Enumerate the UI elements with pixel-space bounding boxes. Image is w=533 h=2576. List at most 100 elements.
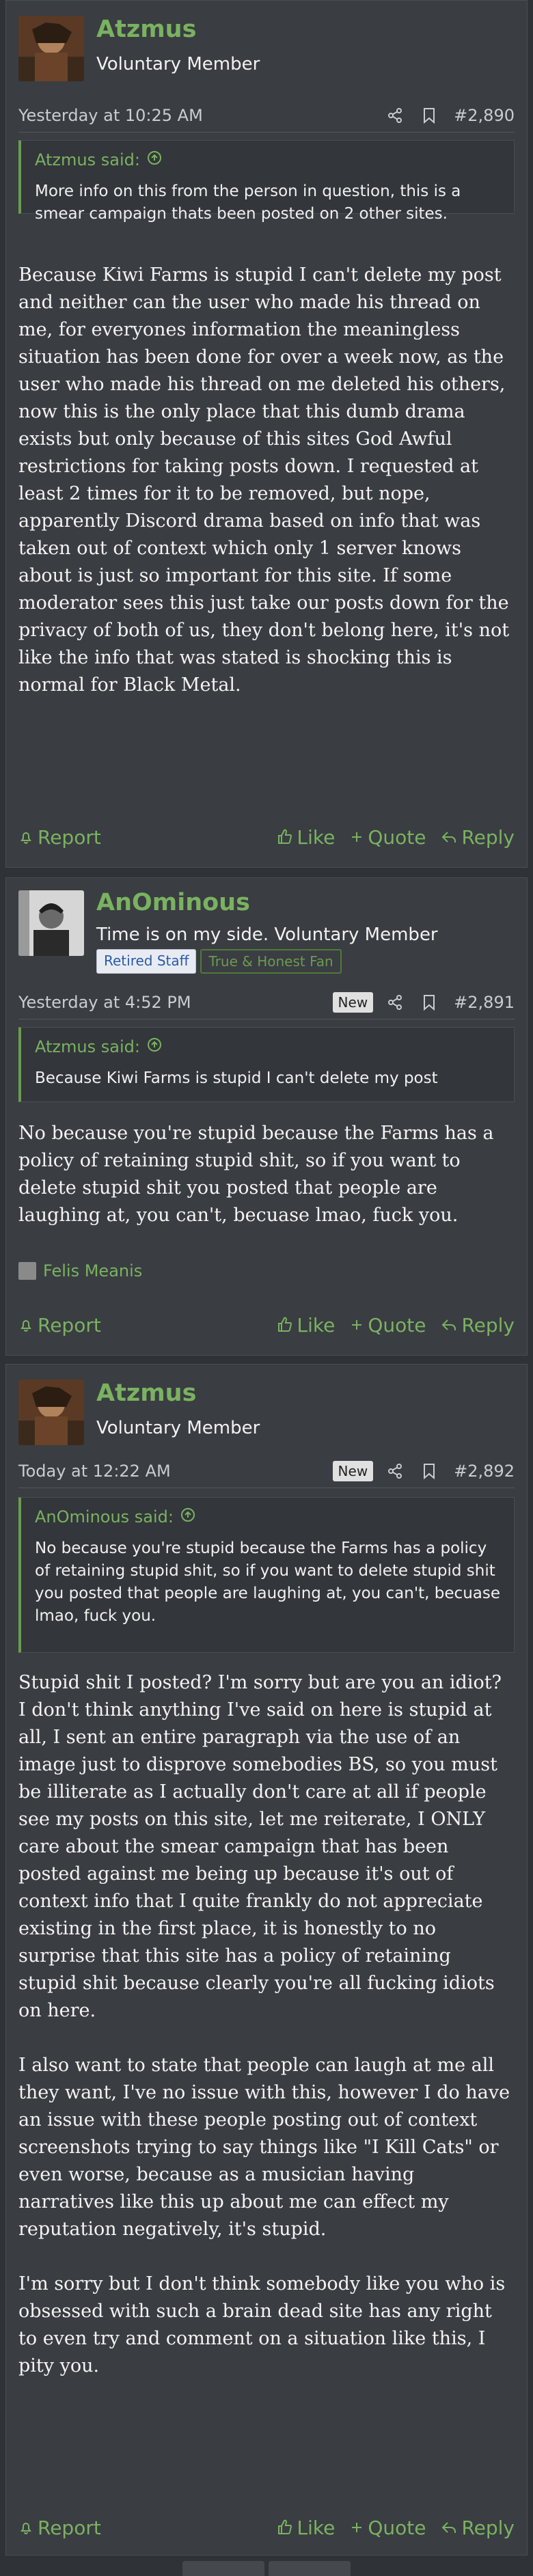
post-paragraph: I also want to state that people can lau…: [18, 2055, 510, 2240]
arrow-up-circle-icon[interactable]: [147, 1037, 162, 1056]
avatar[interactable]: [18, 16, 84, 81]
quote-text: No because you're stupid because the Far…: [35, 1539, 501, 1625]
divider: [18, 132, 515, 133]
reply-button[interactable]: Reply: [441, 2517, 515, 2539]
post-header: Atzmus Voluntary Member: [6, 1365, 527, 1453]
reactions-bar[interactable]: Felis Meanis: [18, 1259, 142, 1283]
reply-button[interactable]: Reply: [441, 826, 515, 849]
post-body: Stupid shit I posted? I'm sorry but are …: [18, 1669, 515, 2380]
like-label[interactable]: Like: [297, 826, 336, 849]
plus-icon: [352, 1320, 362, 1330]
plus-icon: [352, 2523, 362, 2532]
like-button[interactable]: Like: [277, 826, 336, 849]
like-label[interactable]: Like: [297, 1314, 336, 1337]
username[interactable]: Atzmus: [96, 16, 196, 43]
quote-text: Because Kiwi Farms is stupid I can't del…: [35, 1069, 438, 1087]
bell-icon: [20, 2523, 31, 2534]
post-header: AnOminous Time is on my side. Voluntary …: [6, 878, 527, 981]
report-button[interactable]: Report: [18, 1314, 101, 1337]
thumbs-up-icon: [277, 2519, 292, 2534]
blockquote: Atzmus said: More info on this from the …: [18, 140, 515, 223]
quote-author[interactable]: Atzmus said:: [35, 150, 140, 169]
post-meta: Yesterday at 10:25 AM #2,890: [18, 102, 515, 129]
page-button[interactable]: [269, 2561, 351, 2576]
pagination-stub: [0, 2561, 533, 2576]
like-button[interactable]: Like: [277, 2517, 336, 2539]
badge-true-honest-fan: True & Honest Fan: [200, 949, 342, 974]
quote-label[interactable]: Quote: [368, 2517, 426, 2539]
like-label[interactable]: Like: [297, 2517, 336, 2539]
post-number[interactable]: #2,891: [454, 993, 515, 1012]
post-actions: Report Like Quote Reply: [18, 2512, 515, 2543]
reply-label[interactable]: Reply: [461, 826, 515, 849]
reply-label[interactable]: Reply: [461, 1314, 515, 1337]
reply-button[interactable]: Reply: [441, 1314, 515, 1337]
new-badge: New: [332, 1461, 374, 1481]
blockquote: AnOminous said: No because you're stupid…: [18, 1497, 515, 1653]
report-label[interactable]: Report: [38, 1314, 101, 1337]
quote-label[interactable]: Quote: [368, 1314, 426, 1337]
quote-author[interactable]: AnOminous said:: [35, 1507, 174, 1526]
reply-label[interactable]: Reply: [461, 2517, 515, 2539]
post: Atzmus Voluntary Member Yesterday at 10:…: [5, 0, 528, 868]
user-badges: Retired Staff True & Honest Fan: [96, 949, 342, 974]
reply-icon: [442, 1319, 456, 1330]
share-icon[interactable]: [385, 993, 405, 1012]
post-timestamp[interactable]: Yesterday at 4:52 PM: [18, 993, 191, 1012]
bell-icon: [20, 832, 31, 844]
post-paragraph: Stupid shit I posted? I'm sorry but are …: [18, 1672, 502, 2021]
post-timestamp[interactable]: Yesterday at 10:25 AM: [18, 106, 203, 125]
quote-attribution[interactable]: Atzmus said:: [35, 150, 500, 169]
post-paragraph: Because Kiwi Farms is stupid I can't del…: [18, 264, 510, 696]
quote-label[interactable]: Quote: [368, 826, 426, 849]
blockquote: Atzmus said: Because Kiwi Farms is stupi…: [18, 1027, 515, 1102]
quote-button[interactable]: Quote: [350, 1314, 426, 1337]
plus-icon: [352, 832, 362, 842]
arrow-up-circle-icon[interactable]: [180, 1507, 195, 1526]
quote-button[interactable]: Quote: [350, 2517, 426, 2539]
arrow-up-circle-icon[interactable]: [147, 150, 162, 169]
reactor-name[interactable]: Felis Meanis: [43, 1261, 142, 1280]
post: AnOminous Time is on my side. Voluntary …: [5, 877, 528, 1356]
quote-author[interactable]: Atzmus said:: [35, 1037, 140, 1056]
quote-button[interactable]: Quote: [350, 826, 426, 849]
user-title: Time is on my side. Voluntary Member: [96, 924, 438, 945]
post-meta: Yesterday at 4:52 PM New #2,891: [18, 989, 515, 1016]
page-button[interactable]: [182, 2561, 264, 2576]
avatar[interactable]: [18, 1380, 84, 1445]
user-title: Voluntary Member: [96, 54, 260, 74]
post-meta: Today at 12:22 AM New #2,892: [18, 1457, 515, 1485]
username[interactable]: Atzmus: [96, 1380, 196, 1407]
quote-attribution[interactable]: Atzmus said:: [35, 1037, 500, 1056]
post-body: Because Kiwi Farms is stupid I can't del…: [18, 262, 515, 699]
username[interactable]: AnOminous: [96, 889, 250, 916]
bookmark-icon[interactable]: [420, 1462, 439, 1481]
report-label[interactable]: Report: [38, 826, 101, 849]
post-paragraph: I'm sorry but I don't think somebody lik…: [18, 2273, 506, 2376]
post-number[interactable]: #2,890: [454, 106, 515, 125]
report-button[interactable]: Report: [18, 2517, 101, 2539]
bookmark-icon[interactable]: [420, 993, 439, 1012]
thumbs-up-icon: [277, 1317, 292, 1332]
thumbs-up-icon: [277, 829, 292, 844]
reply-icon: [442, 2522, 456, 2533]
share-icon[interactable]: [385, 106, 405, 125]
post: Atzmus Voluntary Member Today at 12:22 A…: [5, 1364, 528, 2556]
post-body: No because you're stupid because the Far…: [18, 1120, 515, 1229]
post-number[interactable]: #2,892: [454, 1462, 515, 1481]
report-label[interactable]: Report: [38, 2517, 101, 2539]
post-header: Atzmus Voluntary Member: [6, 1, 527, 90]
user-title: Voluntary Member: [96, 1418, 260, 1438]
avatar[interactable]: [18, 890, 84, 956]
bell-icon: [20, 1320, 31, 1332]
report-button[interactable]: Report: [18, 826, 101, 849]
badge-retired-staff: Retired Staff: [96, 949, 197, 974]
post-timestamp[interactable]: Today at 12:22 AM: [18, 1462, 171, 1481]
like-button[interactable]: Like: [277, 1314, 336, 1337]
reply-icon: [442, 832, 456, 842]
quote-attribution[interactable]: AnOminous said:: [35, 1507, 500, 1526]
bookmark-icon[interactable]: [420, 106, 439, 125]
quote-text: More info on this from the person in que…: [35, 182, 461, 223]
new-badge: New: [332, 992, 374, 1013]
share-icon[interactable]: [385, 1462, 405, 1481]
